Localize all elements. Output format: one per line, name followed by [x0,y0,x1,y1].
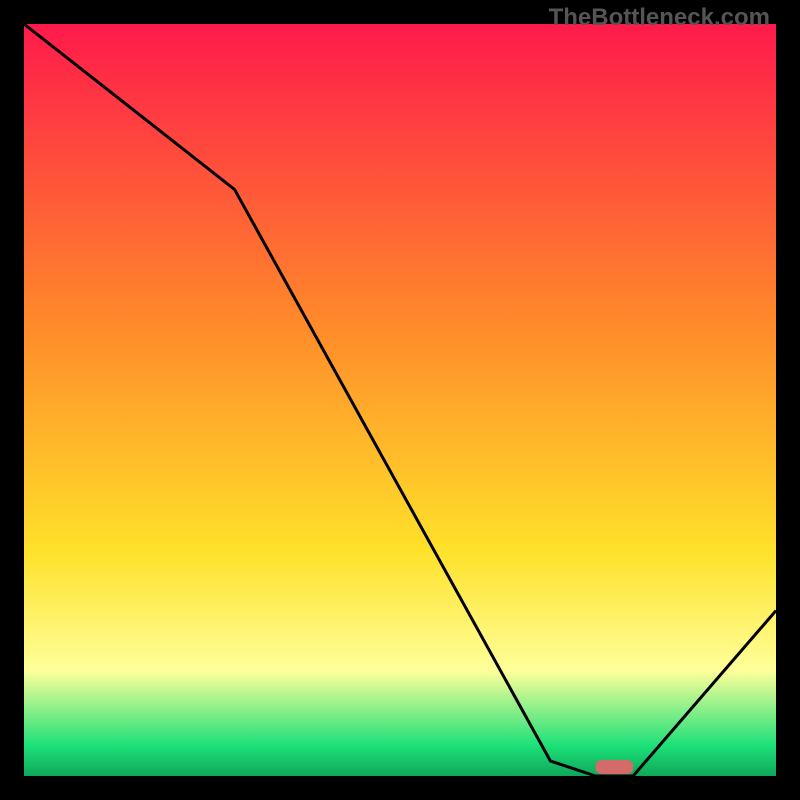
gradient-rect [24,24,776,776]
plot-area [24,24,776,776]
gradient-svg [24,24,776,776]
optimal-range-marker [596,760,634,774]
watermark-text: TheBottleneck.com [549,4,770,32]
chart-frame: TheBottleneck.com [0,0,800,800]
